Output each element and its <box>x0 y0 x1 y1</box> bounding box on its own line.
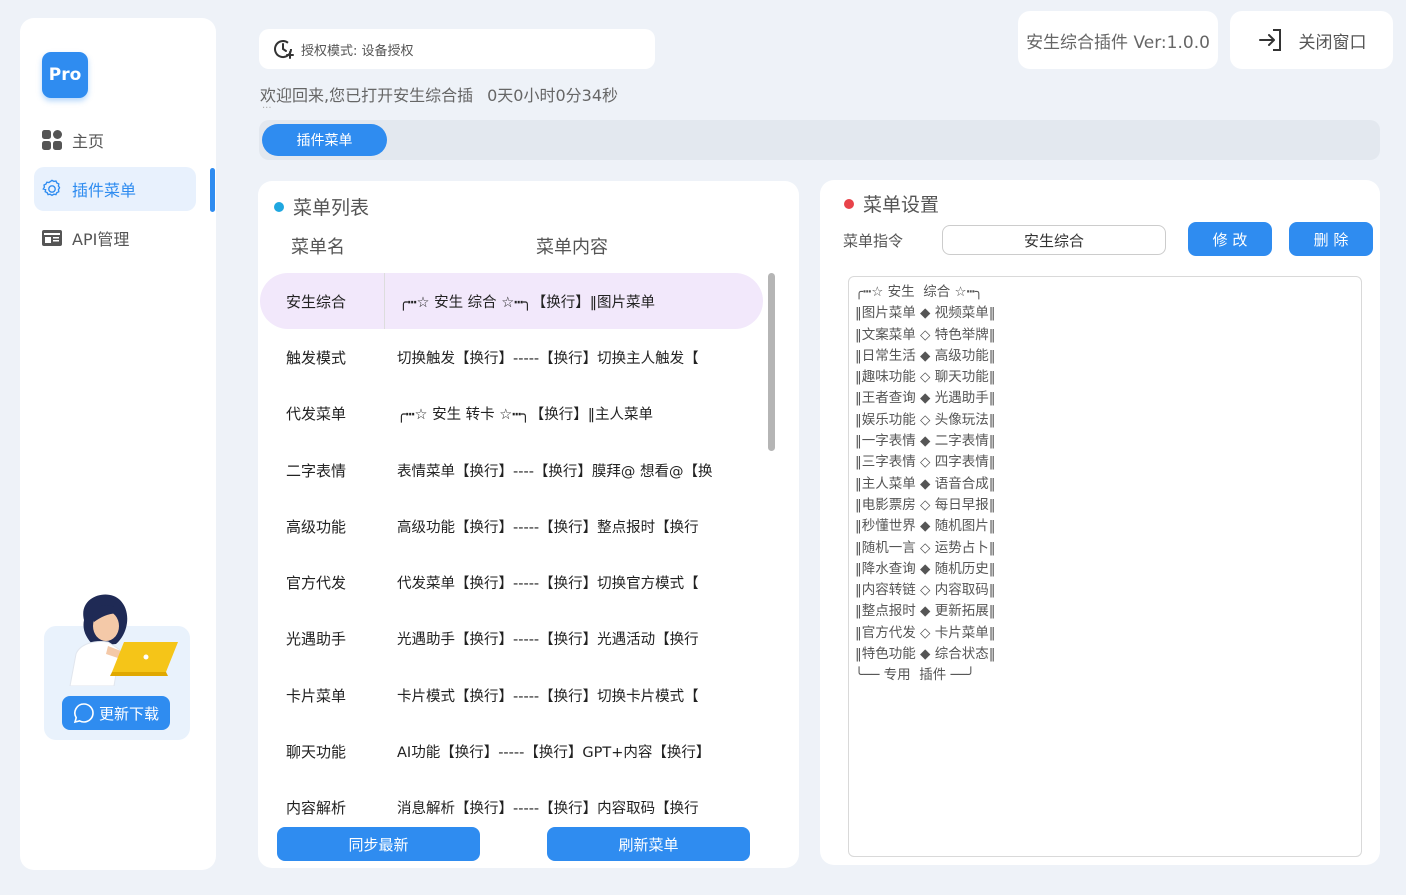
menu-content-cell: 光遇助手【换行】-----【换行】光遇活动【换行 <box>397 632 699 649</box>
version-label: 安生综合插件 Ver:1.0.0 <box>1018 11 1218 69</box>
menu-settings-title-text: 菜单设置 <box>863 194 940 216</box>
menu-name-cell: 光遇助手 <box>286 630 347 649</box>
menu-name-cell: 二字表情 <box>286 461 347 480</box>
table-row[interactable]: 内容解析 消息解析【换行】-----【换行】内容取码【换行 <box>258 780 799 833</box>
exit-icon <box>1257 26 1285 54</box>
menu-settings-panel: 菜单设置 菜单指令 安生综合 修 改 删 除 ╭┅☆ 安生 综合 ☆┅╮ ‖图片菜… <box>820 180 1380 865</box>
table-row[interactable]: 官方代发 代发菜单【换行】-----【换行】切换官方模式【 <box>258 554 799 610</box>
column-header-content: 菜单内容 <box>536 237 608 258</box>
sync-latest-button[interactable]: 同步最新 <box>277 827 480 861</box>
menu-name-cell: 高级功能 <box>286 517 347 536</box>
sidebar-item-plugin-menu[interactable]: 插件菜单 <box>34 167 196 211</box>
sidebar-item-label: 主页 <box>72 132 105 151</box>
content-line: ‖王者查询 ◆ 光遇助手‖ <box>855 390 996 407</box>
menu-content-cell: ╭┅☆ 安生 综合 ☆┅╮【换行】‖图片菜单 <box>384 273 754 330</box>
chat-bubble-icon <box>73 702 95 724</box>
close-window-label: 关闭窗口 <box>1298 32 1367 53</box>
menu-rows: 安生综合 ╭┅☆ 安生 综合 ☆┅╮【换行】‖图片菜单 触发模式 切换触发【换行… <box>258 273 799 833</box>
menu-content-cell: 代发菜单【换行】-----【换行】切换官方模式【 <box>397 576 699 593</box>
refresh-menu-button[interactable]: 刷新菜单 <box>547 827 750 861</box>
menu-content-cell: 消息解析【换行】-----【换行】内容取码【换行 <box>397 801 699 818</box>
update-download-button[interactable]: 更新下载 <box>62 696 170 730</box>
sidebar-item-api[interactable]: API管理 <box>34 216 196 260</box>
delete-button[interactable]: 删 除 <box>1289 222 1373 256</box>
table-row[interactable]: 二字表情 表情菜单【换行】----【换行】膜拜@ 想看@【换 <box>258 442 799 498</box>
content-line: ‖一字表情 ◆ 二字表情‖ <box>855 433 996 450</box>
menu-content-cell: 表情菜单【换行】----【换行】膜拜@ 想看@【换 <box>397 463 713 480</box>
menu-command-label: 菜单指令 <box>843 232 904 250</box>
content-line: ‖三字表情 ◇ 四字表情‖ <box>855 454 996 471</box>
clock-plus-icon <box>271 37 295 61</box>
person-laptop-illustration <box>69 594 178 686</box>
content-line: ‖秒懂世界 ◆ 随机图片‖ <box>855 518 996 535</box>
content-line: ‖娱乐功能 ◇ 头像玩法‖ <box>855 411 996 428</box>
menu-settings-title: 菜单设置 <box>844 190 939 217</box>
menu-list-panel: 菜单列表 菜单名 菜单内容 安生综合 ╭┅☆ 安生 综合 ☆┅╮【换行】‖图片菜… <box>258 181 799 868</box>
content-line: ‖主人菜单 ◆ 语音合成‖ <box>855 475 996 492</box>
table-row[interactable]: 卡片菜单 卡片模式【换行】-----【换行】切换卡片模式【 <box>258 667 799 723</box>
tab-bar: 插件菜单 <box>259 120 1380 160</box>
content-line: ‖官方代发 ◇ 卡片菜单‖ <box>855 624 996 641</box>
menu-name-cell: 触发模式 <box>286 348 347 367</box>
table-row[interactable]: 高级功能 高级功能【换行】-----【换行】整点报时【换行 <box>258 498 799 554</box>
menu-name-cell: 官方代发 <box>286 574 347 593</box>
update-download-label: 更新下载 <box>98 704 159 723</box>
menu-list-title: 菜单列表 <box>274 193 369 220</box>
tab-plugin-menu[interactable]: 插件菜单 <box>262 124 387 156</box>
menu-content-cell: AI功能【换行】-----【换行】GPT+内容【换行】 <box>397 745 711 762</box>
auth-mode-text: 授权模式: 设备授权 <box>301 43 414 59</box>
column-header-name: 菜单名 <box>291 237 345 258</box>
menu-name-cell: 内容解析 <box>286 799 347 818</box>
content-line: ‖整点报时 ◆ 更新拓展‖ <box>855 603 996 620</box>
table-row[interactable]: 安生综合 ╭┅☆ 安生 综合 ☆┅╮【换行】‖图片菜单 <box>260 273 763 330</box>
menu-name-cell: 聊天功能 <box>286 743 347 762</box>
active-nav-indicator <box>210 168 215 212</box>
settings-dot-icon <box>844 198 854 209</box>
content-line: ‖降水查询 ◆ 随机历史‖ <box>855 560 996 577</box>
update-promo-card: 更新下载 <box>44 594 190 740</box>
edit-button[interactable]: 修 改 <box>1188 222 1272 256</box>
content-line: ╰── 专用 插件 ──╯ <box>855 667 975 684</box>
grid-icon <box>40 128 64 152</box>
content-line: ‖文案菜单 ◇ 特色举牌‖ <box>855 326 996 343</box>
welcome-text: 欢迎回来,您已打开安生综合插 <box>260 86 474 105</box>
sidebar-item-label: 插件菜单 <box>72 181 137 200</box>
sidebar-item-home[interactable]: 主页 <box>34 118 196 162</box>
menu-list-title-text: 菜单列表 <box>293 197 370 219</box>
content-line: ‖内容转链 ◇ 内容取码‖ <box>855 582 996 599</box>
menu-content-cell: ╭┅☆ 安生 转卡 ☆┅╮【换行】‖主人菜单 <box>397 407 653 424</box>
content-line: ‖随机一言 ◇ 运势占卜‖ <box>855 539 996 556</box>
menu-content-cell: 高级功能【换行】-----【换行】整点报时【换行 <box>397 519 699 536</box>
content-line: ‖特色功能 ◆ 综合状态‖ <box>855 646 996 663</box>
welcome-overflow: ... <box>262 100 272 111</box>
table-row[interactable]: 聊天功能 AI功能【换行】-----【换行】GPT+内容【换行】 <box>258 723 799 779</box>
menu-name-cell: 卡片菜单 <box>286 686 347 705</box>
menu-content-cell: 卡片模式【换行】-----【换行】切换卡片模式【 <box>397 688 699 705</box>
content-line: ‖电影票房 ◇ 每日早报‖ <box>855 496 996 513</box>
sidebar-item-label: API管理 <box>72 230 130 249</box>
menu-name-cell: 安生综合 <box>286 292 347 311</box>
list-scrollbar[interactable] <box>768 273 775 451</box>
close-window-button[interactable]: 关闭窗口 <box>1230 11 1393 69</box>
content-line: ‖图片菜单 ◆ 视频菜单‖ <box>855 305 996 322</box>
content-line: ╭┅☆ 安生 综合 ☆┅╮ <box>855 284 983 300</box>
content-line: ‖趣味功能 ◇ 聊天功能‖ <box>855 369 996 386</box>
table-row[interactable]: 触发模式 切换触发【换行】-----【换行】切换主人触发【 <box>258 329 799 385</box>
table-row[interactable]: 光遇助手 光遇助手【换行】-----【换行】光遇活动【换行 <box>258 611 799 667</box>
gear-icon <box>40 177 64 201</box>
menu-name-cell: 代发菜单 <box>286 405 347 424</box>
sidebar: Pro 主页 插件菜单 API管理 更新下载 <box>20 18 216 870</box>
menu-command-input[interactable]: 安生综合 <box>942 225 1166 255</box>
menu-content-textarea[interactable]: ╭┅☆ 安生 综合 ☆┅╮ ‖图片菜单 ◆ 视频菜单‖ ‖文案菜单 ◇ 特色举牌‖ ‖… <box>848 276 1362 857</box>
auth-mode-box: 授权模式: 设备授权 <box>259 29 655 69</box>
uptime-text: 0天0小时0分34秒 <box>487 86 618 105</box>
content-line: ‖日常生活 ◆ 高级功能‖ <box>855 347 996 364</box>
table-row[interactable]: 代发菜单 ╭┅☆ 安生 转卡 ☆┅╮【换行】‖主人菜单 <box>258 386 799 442</box>
app-logo: Pro <box>42 52 88 98</box>
api-icon <box>40 226 64 250</box>
list-dot-icon <box>274 201 284 212</box>
welcome-message: 欢迎回来,您已打开安生综合插 0天0小时0分34秒 <box>260 82 618 106</box>
menu-content-cell: 切换触发【换行】-----【换行】切换主人触发【 <box>397 350 699 367</box>
